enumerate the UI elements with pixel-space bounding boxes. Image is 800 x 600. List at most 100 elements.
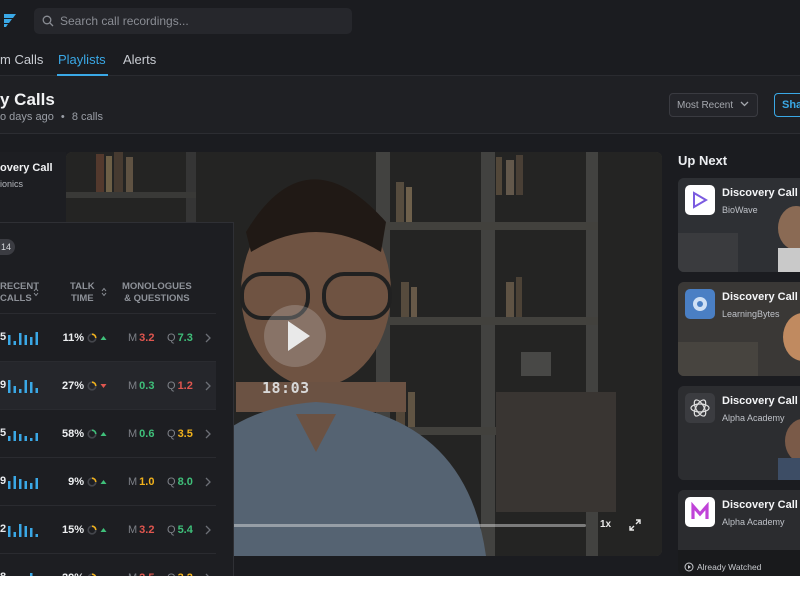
sort-dropdown[interactable]: Most Recent: [669, 93, 758, 117]
question-number: 7.3: [177, 332, 193, 344]
question-label: Q: [167, 476, 176, 488]
question-number: 5.4: [177, 524, 193, 536]
mini-bar: [19, 524, 22, 537]
mini-bar: [13, 386, 16, 393]
already-watched-badge: Already Watched: [684, 562, 761, 572]
up-next-company: BioWave: [722, 205, 758, 215]
chevron-right-icon[interactable]: [205, 477, 211, 487]
monologues-value: M2.5: [128, 572, 154, 576]
stats-row[interactable]: 9 27% M 0.3 Q 1.2: [0, 361, 216, 409]
questions-value: Q 5.4: [167, 524, 193, 536]
mini-bar: [24, 335, 27, 345]
video-progress-bar[interactable]: [232, 524, 586, 527]
mini-bar: [19, 434, 22, 441]
mini-bar: [8, 526, 11, 537]
trend-down-icon: [100, 384, 107, 388]
mini-bar: [35, 433, 38, 441]
sort-label: Most Recent: [677, 99, 734, 111]
search-input[interactable]: [60, 14, 340, 28]
call-info-card[interactable]: overy Call ionics: [0, 152, 66, 222]
stats-row[interactable]: 5 58% M 0.6 Q 3.5: [0, 409, 216, 457]
question-label: Q: [167, 380, 176, 392]
main-nav: m Calls Playlists Alerts: [0, 43, 800, 76]
fullscreen-icon[interactable]: [628, 518, 642, 532]
col-header-talk-time[interactable]: TALK TIME: [70, 281, 95, 305]
recent-calls-value: 5: [0, 331, 7, 343]
stats-row[interactable]: 8 29% M2.5 Q3.2: [0, 553, 216, 576]
talk-time-donut-icon: [87, 477, 97, 487]
up-next-card-1[interactable]: Discovery Call BioWave: [678, 178, 800, 272]
sort-icon[interactable]: [101, 287, 107, 297]
trend-up-icon: [100, 528, 107, 532]
mini-bar: [19, 333, 22, 345]
tab-alerts[interactable]: Alerts: [123, 52, 156, 67]
playlist-meta: o days ago • 8 calls: [0, 111, 103, 123]
question-label: Q: [167, 332, 176, 344]
mini-bar-chart: [8, 524, 38, 537]
mini-bar: [8, 335, 11, 345]
search-bar[interactable]: [34, 8, 352, 34]
stats-row[interactable]: 5 11% M 3.2 Q 7.3: [0, 313, 216, 361]
question-number: 3.2: [178, 572, 193, 576]
monologue-number: 0.3: [139, 380, 155, 392]
chevron-right-icon[interactable]: [205, 381, 211, 391]
up-next-company: Alpha Academy: [722, 413, 785, 423]
mini-bar: [35, 534, 38, 537]
up-next-title: Up Next: [678, 153, 728, 168]
sort-icon[interactable]: [33, 287, 39, 297]
up-next-name: Discovery Call: [722, 187, 798, 199]
mq-header-label: MONOLOGUES & QUESTIONS: [122, 281, 192, 304]
playback-speed-button[interactable]: 1x: [600, 519, 611, 530]
chevron-right-icon[interactable]: [205, 429, 211, 439]
mini-bar-chart: [8, 431, 38, 441]
chevron-right-icon[interactable]: [205, 573, 211, 576]
mini-bar: [13, 431, 16, 441]
up-next-card-3[interactable]: Discovery Call Alpha Academy: [678, 386, 800, 480]
share-button[interactable]: Sha: [774, 93, 800, 117]
mini-bar: [19, 389, 22, 393]
call-title: overy Call: [0, 162, 53, 174]
talk-time-donut-icon: [87, 525, 97, 535]
tab-my-calls[interactable]: m Calls: [0, 52, 43, 67]
meta-separator: •: [60, 111, 65, 123]
monologues-value: M 3.2: [128, 332, 154, 344]
talk-time-donut-icon: [87, 573, 97, 576]
recent-calls-value: 2: [0, 523, 7, 535]
col-header-monologues-questions[interactable]: MONOLOGUES & QUESTIONS: [122, 281, 192, 305]
monologue-label: M: [128, 524, 138, 536]
monologue-label: M: [128, 572, 137, 576]
up-next-name: Discovery Call: [722, 499, 798, 511]
tab-playlists[interactable]: Playlists: [58, 52, 106, 67]
talk-time-percent: 15%: [61, 524, 84, 536]
mini-bar-chart: [8, 332, 38, 345]
monologue-number: 1.0: [139, 476, 155, 488]
mini-bar: [8, 481, 11, 489]
talk-time-percent: 9%: [68, 476, 84, 488]
mini-bar: [13, 532, 16, 537]
trend-up-icon: [100, 432, 107, 436]
monologue-label: M: [128, 332, 138, 344]
already-watched-label: Already Watched: [697, 562, 762, 572]
recent-calls-value: 9: [0, 475, 7, 487]
play-button[interactable]: [264, 305, 326, 367]
mini-bar: [30, 337, 33, 345]
app-logo-icon[interactable]: [2, 11, 20, 29]
mini-bar: [30, 528, 33, 537]
questions-value: Q 1.2: [167, 380, 193, 392]
mini-bar-chart: [30, 573, 33, 576]
question-number: 8.0: [177, 476, 193, 488]
up-next-card-2[interactable]: Discovery Call LearningBytes: [678, 282, 800, 376]
monologue-label: M: [128, 428, 138, 440]
chevron-right-icon[interactable]: [205, 333, 211, 343]
chevron-right-icon[interactable]: [205, 525, 211, 535]
mini-bar: [19, 479, 22, 489]
recent-calls-value: 9: [0, 379, 7, 391]
updated-text: o days ago: [0, 111, 54, 123]
mini-bar: [30, 382, 33, 393]
mini-bar-chart: [8, 380, 38, 393]
atom-logo-icon: [685, 393, 715, 423]
monologue-number: 2.5: [139, 572, 154, 576]
stats-row[interactable]: 9 9% M 1.0 Q 8.0: [0, 457, 216, 505]
stats-row[interactable]: 2 15% M 3.2 Q 5.4: [0, 505, 216, 553]
recent-calls-value: 8: [0, 571, 6, 576]
